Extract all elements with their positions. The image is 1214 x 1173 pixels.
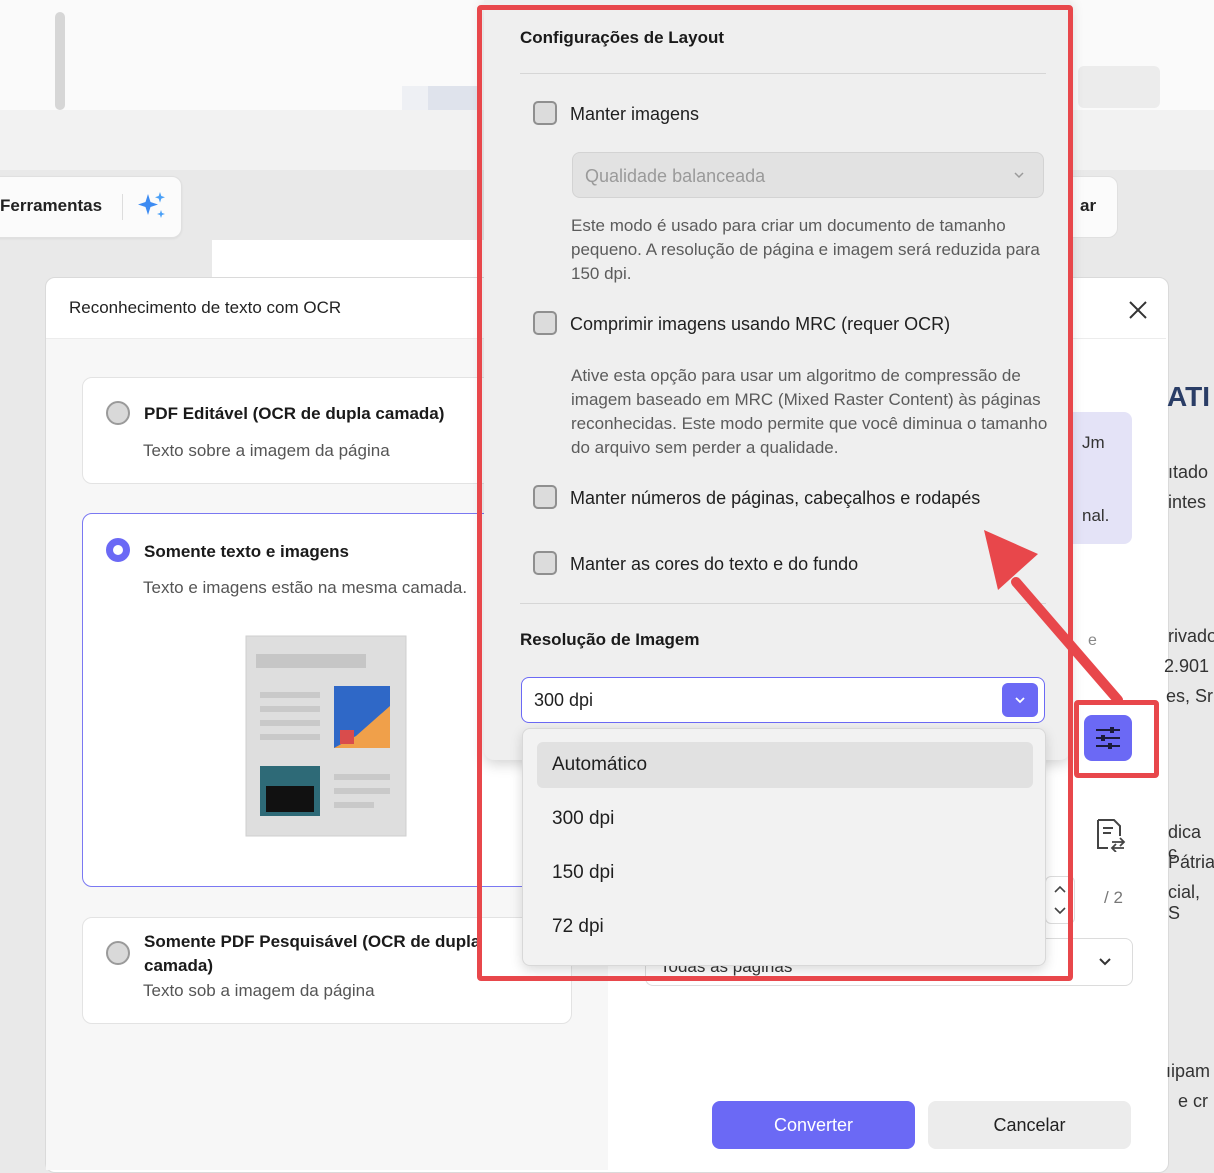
chevron-down-icon bbox=[1099, 958, 1111, 966]
option-desc: Texto sobre a imagem da página bbox=[143, 441, 390, 460]
option-title: Somente texto e imagens bbox=[144, 542, 350, 561]
doc-text-fragment: intes bbox=[1168, 492, 1207, 512]
toolbar-right-label: ar bbox=[1080, 196, 1097, 215]
radio-text-images[interactable] bbox=[106, 538, 130, 562]
ai-sparkle-icon[interactable] bbox=[136, 190, 168, 222]
document-convert-icon[interactable] bbox=[1094, 818, 1126, 852]
convert-button[interactable]: Converter bbox=[712, 1101, 915, 1149]
doc-text-fragment: Pátria bbox=[1168, 852, 1214, 872]
doc-text-fragment: 2.901 bbox=[1164, 656, 1210, 676]
cancel-button[interactable]: Cancelar bbox=[928, 1101, 1131, 1149]
radio-editable[interactable] bbox=[106, 401, 130, 425]
doc-text-fragment: cial, S bbox=[1168, 882, 1201, 923]
doc-text-fragment: ıipam bbox=[1166, 1061, 1211, 1081]
bg-tab-strip-accent bbox=[428, 86, 482, 110]
tools-menu-label[interactable]: Ferramentas bbox=[0, 196, 102, 216]
option-title: Somente PDF Pesquisável (OCR de dupla bbox=[144, 932, 481, 951]
annotation-highlight-popup bbox=[477, 5, 1073, 981]
annotation-arrow bbox=[984, 530, 1123, 705]
doc-text-fragment: e cr bbox=[1178, 1091, 1209, 1111]
dialog-title: Reconhecimento de texto com OCR bbox=[69, 298, 342, 317]
close-icon[interactable] bbox=[1126, 298, 1150, 322]
doc-text-fragment: ıtado bbox=[1168, 462, 1209, 482]
option-desc: Texto sob a imagem da página bbox=[143, 981, 375, 1000]
info-text: Jm bbox=[1082, 433, 1105, 452]
scrollbar[interactable] bbox=[55, 12, 65, 110]
document-preview-illustration bbox=[236, 626, 416, 846]
toolbar-divider bbox=[122, 194, 123, 220]
page-count: / 2 bbox=[1104, 888, 1123, 907]
bg-search-pill bbox=[1078, 66, 1160, 108]
radio-searchable[interactable] bbox=[106, 941, 130, 965]
option-title: PDF Editável (OCR de dupla camada) bbox=[144, 404, 445, 423]
doc-text-fragment: rivado bbox=[1168, 626, 1214, 646]
doc-text-fragment: es, Sr bbox=[1166, 686, 1214, 706]
option-title-line2: camada) bbox=[144, 956, 213, 975]
doc-heading-fragment: ATI bbox=[1167, 381, 1211, 412]
option-desc: Texto e imagens estão na mesma camada. bbox=[143, 578, 468, 597]
